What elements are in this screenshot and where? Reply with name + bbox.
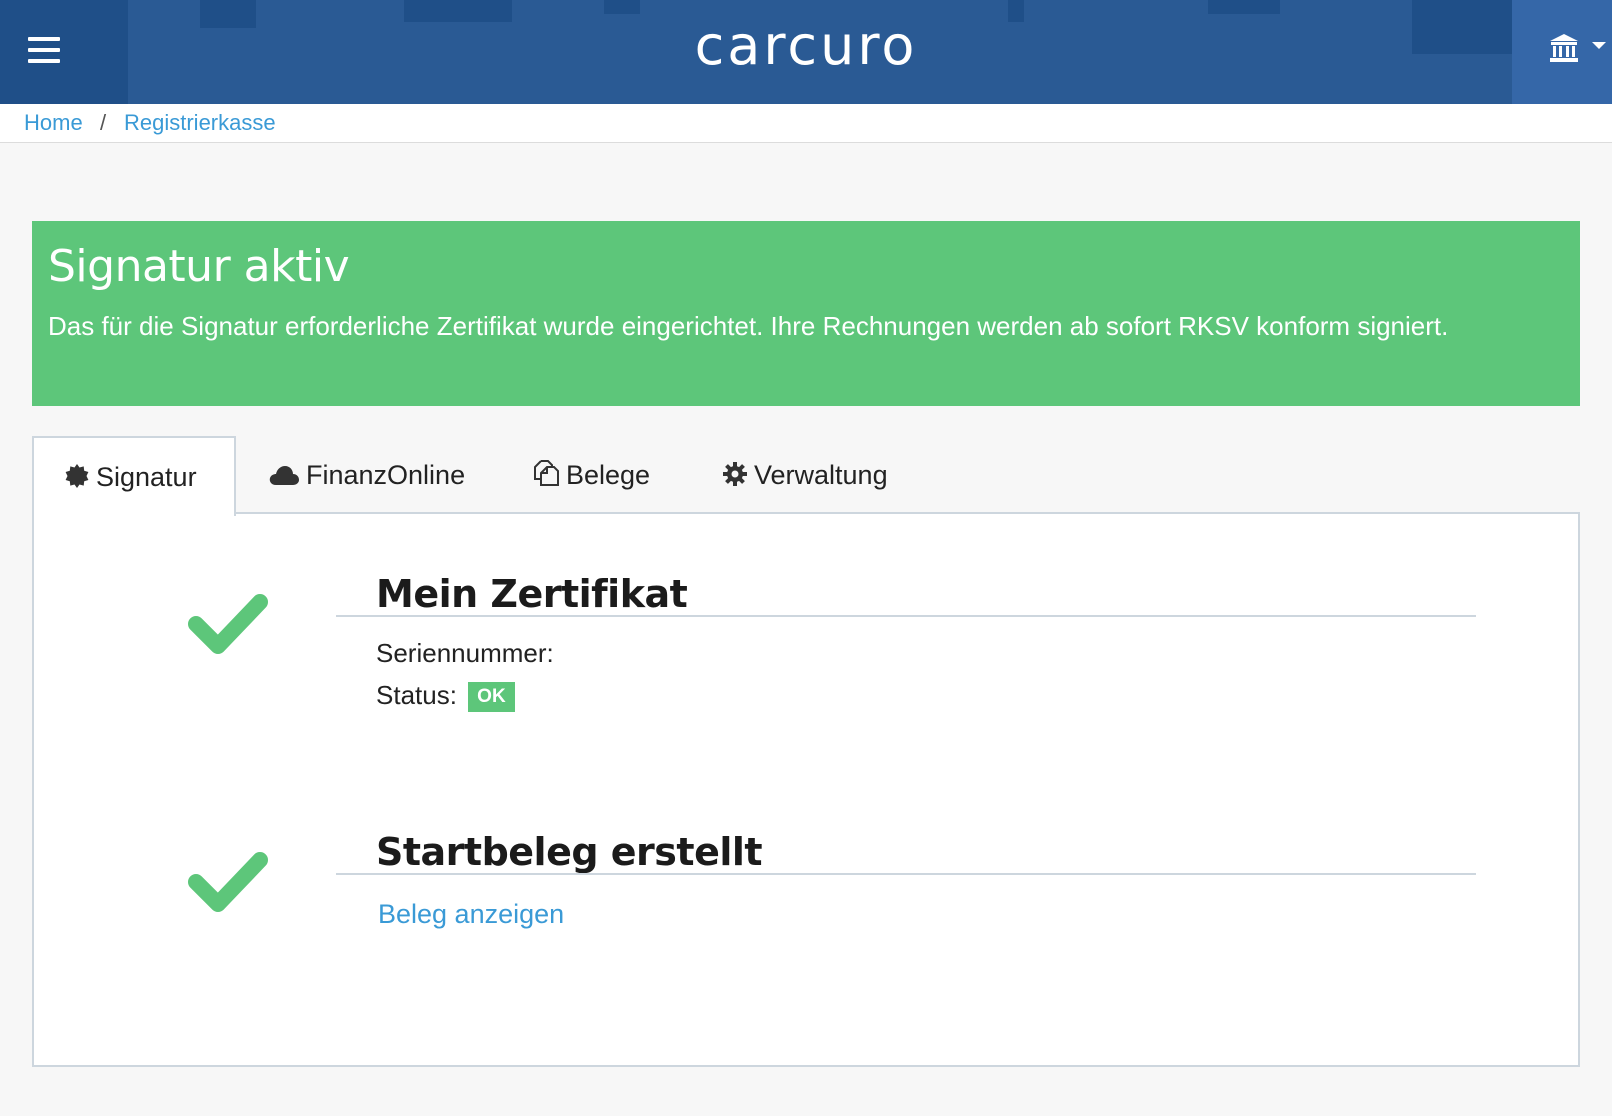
status-label: Status: [376,680,457,710]
gear-icon [723,462,747,486]
brand-logo[interactable]: carcuro [0,14,1612,77]
section-divider [336,873,1476,875]
alert-message: Das für die Signatur erforderliche Zerti… [48,311,1449,341]
certificate-icon [65,464,89,488]
tab-belege[interactable]: Belege [532,436,650,514]
tab-finanzonline-label: FinanzOnline [306,460,466,490]
tab-finanzonline[interactable]: FinanzOnline [268,436,465,514]
alert-title: Signatur aktiv [48,241,350,292]
success-alert: Signatur aktiv Das für die Signatur erfo… [32,221,1580,406]
breadcrumb: Home / Registrierkasse [0,104,1612,143]
serial-number-label: Seriennummer: [376,638,554,668]
top-navbar: carcuro [0,0,1612,104]
certificate-title: Mein Zertifikat [376,572,688,616]
breadcrumb-home-link[interactable]: Home [24,104,83,142]
show-receipt-link[interactable]: Beleg anzeigen [378,899,564,930]
tab-belege-label: Belege [566,460,651,490]
breadcrumb-registrierkasse-link[interactable]: Registrierkasse [124,104,276,142]
cloud-icon [269,466,299,485]
chevron-down-icon [1592,42,1606,49]
tab-verwaltung[interactable]: Verwaltung [722,436,888,514]
tab-signatur-label: Signatur [96,462,197,492]
tab-verwaltung-label: Verwaltung [754,460,888,490]
bank-menu-button[interactable] [1512,0,1612,104]
bank-icon [1550,34,1578,62]
header-decoration [604,0,640,14]
signatur-tab-panel: Mein Zertifikat Seriennummer: Status: OK… [32,512,1580,1067]
header-decoration [1208,0,1280,14]
status-row: Status: OK [376,680,515,712]
breadcrumb-separator: / [100,110,107,135]
check-icon [188,594,268,654]
check-icon [188,852,268,912]
copy-icon [534,460,559,486]
status-badge: OK [468,682,515,712]
startbeleg-title: Startbeleg erstellt [376,830,763,874]
tab-signatur[interactable]: Signatur [32,436,236,516]
section-divider [336,615,1476,617]
